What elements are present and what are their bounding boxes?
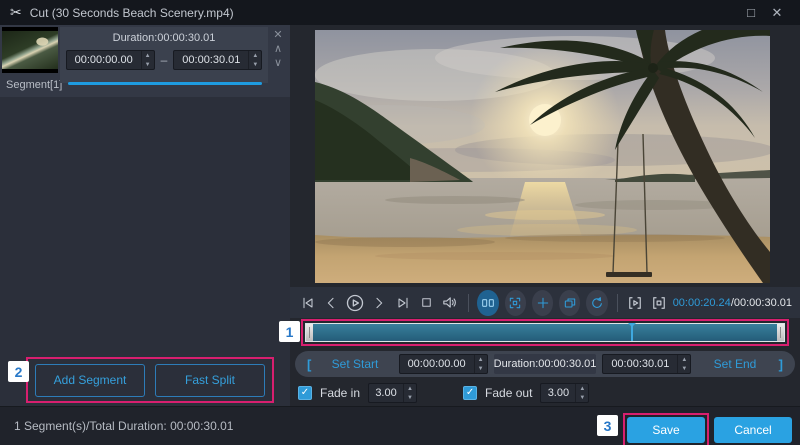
segment-move-up-icon[interactable]: ∧ bbox=[274, 43, 282, 55]
trim-end-handle[interactable] bbox=[777, 324, 784, 341]
end-bracket-icon: ] bbox=[779, 357, 783, 372]
spin-down-icon[interactable] bbox=[249, 60, 261, 69]
window-title: Cut (30 Seconds Beach Scenery.mp4) bbox=[30, 6, 738, 20]
total-time: 00:00:30.01 bbox=[734, 297, 792, 309]
annotation-step-2: 2 bbox=[8, 361, 29, 382]
annotation-box-step2: Add Segment Fast Split bbox=[26, 357, 274, 403]
trim-end-field[interactable] bbox=[602, 354, 691, 374]
fade-in-checkbox[interactable] bbox=[298, 386, 312, 400]
goto-end-icon[interactable] bbox=[393, 291, 413, 315]
scissors-icon: ✂ bbox=[10, 4, 22, 21]
step-forward-icon[interactable] bbox=[369, 291, 389, 315]
spin-down-icon[interactable] bbox=[678, 364, 690, 373]
play-icon[interactable] bbox=[345, 291, 365, 315]
step-back-icon[interactable] bbox=[322, 291, 342, 315]
fade-in-input[interactable] bbox=[369, 384, 403, 402]
segment-range-bar bbox=[68, 82, 262, 85]
cancel-button[interactable]: Cancel bbox=[714, 417, 792, 443]
spin-up-icon[interactable] bbox=[404, 384, 416, 393]
stop-icon[interactable] bbox=[416, 291, 436, 315]
segment-label: Segment[1] bbox=[6, 79, 62, 91]
fade-controls-row: Fade in Fade out bbox=[298, 381, 792, 405]
snapshot-button[interactable] bbox=[559, 290, 580, 316]
trim-start-handle[interactable] bbox=[306, 324, 313, 341]
preview-stop-button[interactable] bbox=[649, 291, 669, 315]
fade-in-field[interactable] bbox=[368, 383, 417, 403]
trim-controls-bar: [ Set Start Duration:00:00:30.01 Set End… bbox=[295, 351, 795, 377]
set-start-button[interactable]: Set Start bbox=[317, 357, 392, 371]
trim-end-input[interactable] bbox=[603, 355, 677, 373]
playback-toolbar: 00:00:20.24/00:00:30.01 bbox=[290, 287, 800, 318]
status-text: 1 Segment(s)/Total Duration: 00:00:30.01 bbox=[14, 419, 233, 433]
reset-button[interactable] bbox=[586, 290, 607, 316]
annotation-box-step3: Save bbox=[623, 413, 709, 445]
start-bracket-icon: [ bbox=[307, 357, 311, 372]
set-end-button[interactable]: Set End bbox=[697, 357, 772, 371]
fade-out-checkbox[interactable] bbox=[463, 386, 477, 400]
fade-out-label: Fade out bbox=[485, 386, 532, 400]
segment-end-field[interactable] bbox=[173, 50, 262, 70]
fast-split-button[interactable]: Fast Split bbox=[155, 364, 265, 397]
fade-in-spinner[interactable] bbox=[403, 384, 416, 402]
trim-start-field[interactable] bbox=[399, 354, 488, 374]
segment-start-spinner[interactable] bbox=[141, 51, 154, 69]
spin-up-icon[interactable] bbox=[576, 384, 588, 393]
segment-start-input[interactable] bbox=[67, 51, 141, 69]
crop-button[interactable] bbox=[505, 290, 526, 316]
toolbar-separator bbox=[468, 294, 469, 312]
spin-up-icon[interactable] bbox=[475, 355, 487, 364]
fade-out-field[interactable] bbox=[540, 383, 589, 403]
add-effect-button[interactable] bbox=[532, 290, 553, 316]
playhead-marker[interactable] bbox=[631, 324, 633, 341]
segment-start-field[interactable] bbox=[66, 50, 155, 70]
spin-up-icon[interactable] bbox=[142, 51, 154, 60]
preview-play-button[interactable] bbox=[625, 291, 645, 315]
footer-bar: 1 Segment(s)/Total Duration: 00:00:30.01… bbox=[0, 406, 800, 445]
titlebar: ✂ Cut (30 Seconds Beach Scenery.mp4) □ ✕ bbox=[0, 0, 800, 25]
fade-out-input[interactable] bbox=[541, 384, 575, 402]
timeline-row: 1 bbox=[290, 319, 800, 347]
segment-item[interactable]: Segment[1] Duration:00:00:30.01 – bbox=[0, 25, 290, 97]
spin-down-icon[interactable] bbox=[576, 393, 588, 402]
video-preview bbox=[315, 30, 770, 283]
trim-end-spinner[interactable] bbox=[677, 355, 690, 373]
annotation-box-step1 bbox=[301, 319, 789, 346]
segment-thumbnail-image bbox=[2, 31, 58, 69]
segment-list-panel: Segment[1] Duration:00:00:30.01 – bbox=[0, 25, 290, 406]
time-display: 00:00:20.24/00:00:30.01 bbox=[673, 297, 792, 309]
segment-duration-label: Duration:00:00:30.01 bbox=[60, 32, 268, 44]
spin-up-icon[interactable] bbox=[249, 51, 261, 60]
segment-thumbnail[interactable] bbox=[2, 27, 58, 73]
volume-icon[interactable] bbox=[440, 291, 460, 315]
add-segment-button[interactable]: Add Segment bbox=[35, 364, 145, 397]
timeline-slider[interactable] bbox=[305, 323, 785, 342]
fade-out-spinner[interactable] bbox=[575, 384, 588, 402]
segment-time-editor: Duration:00:00:30.01 – bbox=[60, 27, 268, 83]
close-button[interactable]: ✕ bbox=[764, 5, 790, 21]
segment-end-spinner[interactable] bbox=[248, 51, 261, 69]
spin-down-icon[interactable] bbox=[475, 364, 487, 373]
segment-move-down-icon[interactable]: ∨ bbox=[274, 57, 282, 69]
segment-remove-icon[interactable]: ✕ bbox=[273, 29, 282, 41]
goto-start-icon[interactable] bbox=[298, 291, 318, 315]
spin-down-icon[interactable] bbox=[142, 60, 154, 69]
preview-panel: 00:00:20.24/00:00:30.01 1 [ Set Start Du bbox=[290, 25, 800, 406]
segment-end-input[interactable] bbox=[174, 51, 248, 69]
split-button[interactable] bbox=[477, 290, 498, 316]
toolbar-separator bbox=[617, 294, 618, 312]
maximize-button[interactable]: □ bbox=[738, 5, 764, 20]
fade-in-label: Fade in bbox=[320, 386, 360, 400]
trim-start-input[interactable] bbox=[400, 355, 474, 373]
current-time: 00:00:20.24 bbox=[673, 297, 731, 309]
annotation-step-3: 3 bbox=[597, 415, 618, 436]
trim-duration-label: Duration:00:00:30.01 bbox=[494, 354, 597, 374]
range-separator: – bbox=[161, 53, 168, 67]
spin-up-icon[interactable] bbox=[678, 355, 690, 364]
trim-start-spinner[interactable] bbox=[474, 355, 487, 373]
spin-down-icon[interactable] bbox=[404, 393, 416, 402]
annotation-step-1: 1 bbox=[279, 321, 300, 342]
cut-dialog-window: ✂ Cut (30 Seconds Beach Scenery.mp4) □ ✕… bbox=[0, 0, 800, 445]
save-button[interactable]: Save bbox=[627, 417, 705, 443]
beach-scene-image bbox=[315, 30, 770, 283]
